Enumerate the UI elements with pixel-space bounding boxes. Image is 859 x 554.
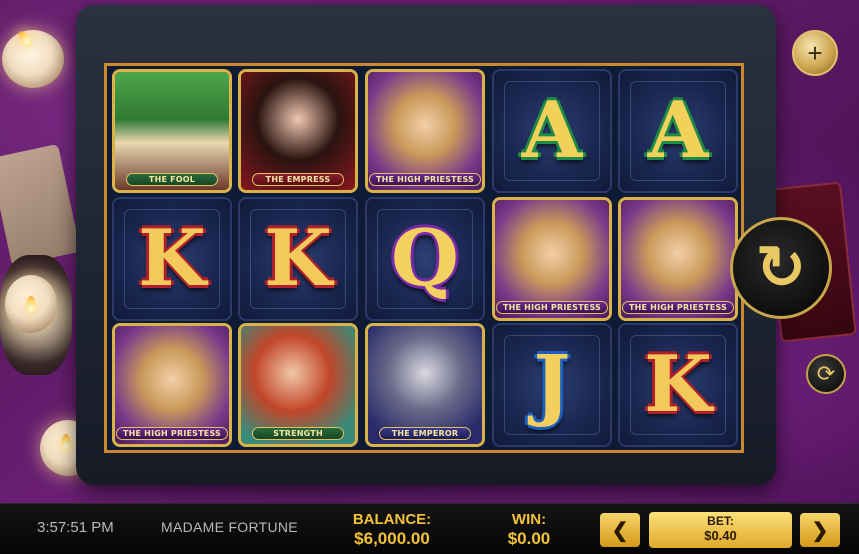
tarot-card-label: THE EMPRESS: [252, 173, 344, 186]
add-balance-button[interactable]: +: [792, 30, 838, 76]
candle-flame: [61, 434, 71, 452]
reel-symbol-card: THE HIGH PRIESTESS: [618, 197, 738, 321]
candle-flame: [26, 296, 36, 314]
reel-symbol-k: K: [112, 197, 232, 321]
symbol-letter: K: [264, 213, 332, 304]
symbol-letter: J: [533, 339, 571, 430]
reel-symbol-card: STRENGTH: [238, 323, 358, 447]
reel-symbol-a: A: [618, 69, 738, 193]
chevron-right-icon: ❯: [811, 519, 829, 542]
tarot-card-label: THE HIGH PRIESTESS: [368, 173, 482, 186]
bet-display[interactable]: BET: $0.40: [649, 512, 792, 548]
reel-symbol-card: THE EMPRESS: [238, 69, 358, 193]
plus-icon: +: [807, 37, 823, 68]
autoplay-button[interactable]: ⟳: [806, 354, 846, 394]
autoplay-icon: ⟳: [816, 361, 836, 386]
tarot-card-label: THE EMPEROR: [379, 427, 471, 440]
win-value: $0.00: [507, 529, 551, 548]
reel-symbol-k: K: [238, 197, 358, 321]
symbol-letter: K: [138, 213, 206, 304]
balance-label: BALANCE:: [352, 511, 432, 528]
balance-value: $6,000.00: [354, 529, 430, 548]
refresh-arrow-icon: ↻: [755, 234, 807, 301]
tarot-card-label: THE HIGH PRIESTESS: [115, 427, 229, 440]
candle-top-left: [2, 30, 64, 88]
bet-decrease-button[interactable]: ❮: [600, 513, 640, 547]
reel-symbol-q: Q: [365, 197, 485, 321]
symbol-letter: Q: [391, 213, 459, 304]
bet-value: $0.40: [704, 528, 737, 543]
clock-time: 3:57:51 PM: [37, 519, 114, 536]
tarot-card-label: THE FOOL: [126, 173, 218, 186]
game-title: MADAME FORTUNE: [161, 519, 298, 535]
bet-label: BET:: [707, 514, 734, 528]
tarot-card-label: THE HIGH PRIESTESS: [495, 301, 609, 314]
tarot-card-label: STRENGTH: [252, 427, 344, 440]
reel-symbol-card: THE HIGH PRIESTESS: [365, 69, 485, 193]
reel-symbol-card: THE HIGH PRIESTESS: [492, 197, 612, 321]
bottom-status-bar: 3:57:51 PM MADAME FORTUNE BALANCE: $6,00…: [0, 503, 859, 554]
bet-increase-button[interactable]: ❯: [800, 513, 840, 547]
chevron-left-icon: ❮: [611, 519, 629, 542]
reel-symbol-k: K: [618, 323, 738, 447]
win-label: WIN:: [511, 511, 547, 528]
symbol-letter: A: [521, 85, 583, 176]
reel-symbol-a: A: [492, 69, 612, 193]
reel-symbol-card: THE HIGH PRIESTESS: [112, 323, 232, 447]
spin-button[interactable]: ↻: [730, 217, 832, 319]
reel-symbol-card: THE EMPEROR: [365, 323, 485, 447]
symbol-letter: K: [644, 339, 712, 430]
reel-symbol-j: J: [492, 323, 612, 447]
reel-grid: THE FOOL K THE HIGH PRIESTESS THE EMPRESS K S…: [104, 63, 744, 453]
reel-symbol-card: THE FOOL: [112, 69, 232, 193]
tarot-card-label: THE HIGH PRIESTESS: [621, 301, 735, 314]
symbol-letter: A: [647, 85, 709, 176]
